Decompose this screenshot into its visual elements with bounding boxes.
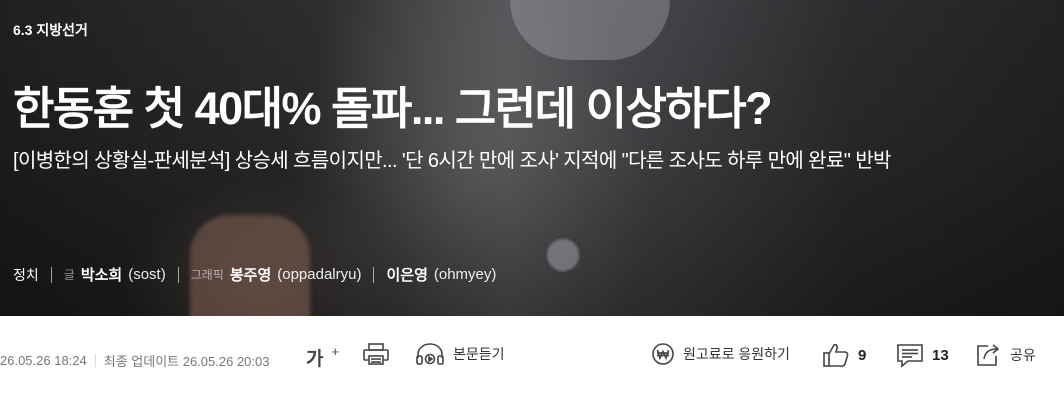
page-title: 한동훈 첫 40대% 돌파... 그런데 이상하다? <box>13 83 773 134</box>
author-handle: (ohmyey) <box>433 266 497 283</box>
byline-divider <box>50 266 52 283</box>
font-size-plus: + <box>331 344 340 359</box>
thumbs-up-icon <box>822 342 850 368</box>
byline-role: 그래픽 <box>190 268 224 282</box>
share-label: 공유 <box>1010 347 1036 363</box>
won-coin-icon <box>651 342 675 366</box>
author-handle: (oppadalryu) <box>277 266 362 283</box>
byline: 정치 글 박소희 (sost) 그래픽 봉주영 (oppadalryu) 이은영… <box>13 264 496 285</box>
support-label: 원고료로 응원하기 <box>683 346 790 362</box>
share-icon <box>974 342 1002 368</box>
subheadline: [이병한의 상황실-판세분석] 상승세 흐름이지만... '단 6시간 만에 조… <box>13 150 891 172</box>
date-divider <box>94 354 96 367</box>
article-header: 6.3 지방선거 한동훈 첫 40대% 돌파... 그런데 이상하다? [이병한… <box>0 0 1064 316</box>
article-toolbar: 26.05.26 18:24 최종 업데이트 26.05.26 20:03 가 + <box>0 316 1064 419</box>
author-name[interactable]: 이은영 <box>386 264 427 285</box>
author-name[interactable]: 봉주영 <box>230 264 271 285</box>
printer-icon <box>362 342 390 366</box>
published-date: 26.05.26 18:24 <box>0 353 87 368</box>
like-count: 9 <box>858 346 867 364</box>
updated-date: 최종 업데이트 26.05.26 20:03 <box>103 354 270 369</box>
like-button[interactable]: 9 <box>822 342 866 368</box>
byline-role: 글 <box>63 268 75 282</box>
byline-divider <box>373 266 375 283</box>
section-label[interactable]: 6.3 지방선거 <box>13 20 88 40</box>
font-size-button[interactable]: 가 + <box>306 344 339 371</box>
listen-button[interactable]: 본문듣기 <box>415 342 505 366</box>
comment-button[interactable]: 13 <box>896 342 949 368</box>
comment-count: 13 <box>932 346 949 364</box>
comment-icon <box>896 342 924 368</box>
byline-divider <box>177 266 179 283</box>
author-handle: (sost) <box>128 266 166 283</box>
share-button[interactable]: 공유 <box>974 342 1036 368</box>
print-button[interactable] <box>362 342 390 366</box>
headphones-icon <box>415 342 445 366</box>
article-dates: 26.05.26 18:24 최종 업데이트 26.05.26 20:03 <box>0 351 269 370</box>
support-button[interactable]: 원고료로 응원하기 <box>651 342 790 366</box>
category-label[interactable]: 정치 <box>13 265 39 285</box>
author-name[interactable]: 박소희 <box>81 264 122 285</box>
listen-label: 본문듣기 <box>453 346 505 362</box>
font-size-label: 가 <box>306 349 324 370</box>
